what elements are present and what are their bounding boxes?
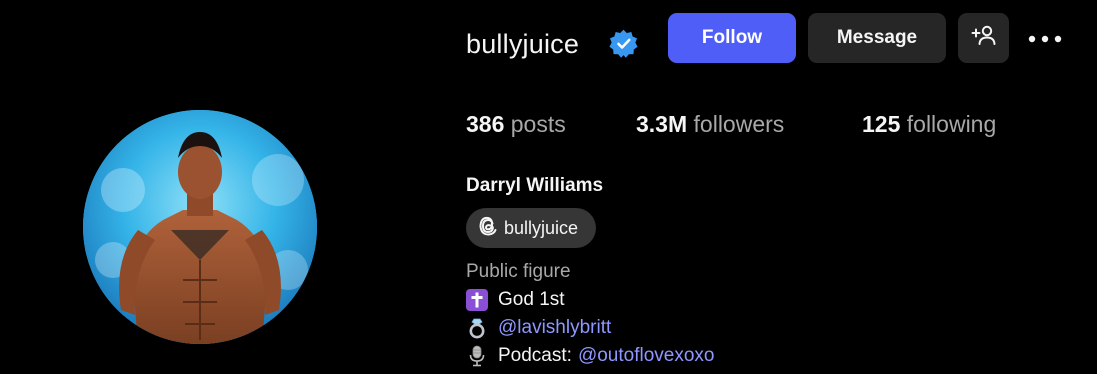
following-stat[interactable]: 125 following [862, 108, 996, 140]
username: bullyjuice [466, 29, 580, 59]
bio-text-god-first: God 1st [498, 289, 565, 310]
avatar-photo [83, 110, 317, 344]
podcast-mention-link[interactable]: @outoflovexoxo [578, 342, 715, 370]
followers-label: followers [693, 111, 785, 137]
followers-count: 3.3M [636, 111, 688, 137]
posts-stat: 386 posts [466, 108, 566, 140]
bio-line-partner: @lavishlybritt [466, 314, 611, 342]
cross-emoji-icon [466, 289, 488, 311]
threads-icon [478, 215, 498, 242]
bio-line-podcast: Podcast: @outoflovexoxo [466, 342, 714, 370]
threads-badge-link[interactable]: bullyjuice [466, 208, 596, 248]
verified-badge-icon [609, 29, 638, 58]
posts-label: posts [510, 111, 566, 137]
partner-mention-link[interactable]: @lavishlybritt [498, 314, 611, 342]
profile-page: bullyjuice Follow Message 386 posts 3.3M… [0, 0, 1097, 374]
category-label: Public figure [466, 261, 571, 282]
message-button[interactable]: Message [808, 13, 946, 63]
posts-count: 386 [466, 111, 505, 137]
following-label: following [906, 111, 997, 137]
profile-avatar[interactable] [83, 110, 317, 344]
following-count: 125 [862, 111, 901, 137]
followers-stat[interactable]: 3.3M followers [636, 108, 784, 140]
ring-emoji-icon [466, 317, 488, 339]
follow-button[interactable]: Follow [668, 13, 796, 63]
person-plus-icon [971, 24, 997, 52]
threads-handle: bullyjuice [504, 217, 579, 238]
more-options-icon[interactable] [1024, 26, 1066, 52]
bio-line-faith: God 1st [466, 286, 565, 314]
suggested-accounts-button[interactable] [958, 13, 1009, 63]
microphone-emoji-icon [466, 345, 488, 367]
podcast-label: Podcast: [498, 345, 572, 366]
full-name: Darryl Williams [466, 175, 604, 196]
